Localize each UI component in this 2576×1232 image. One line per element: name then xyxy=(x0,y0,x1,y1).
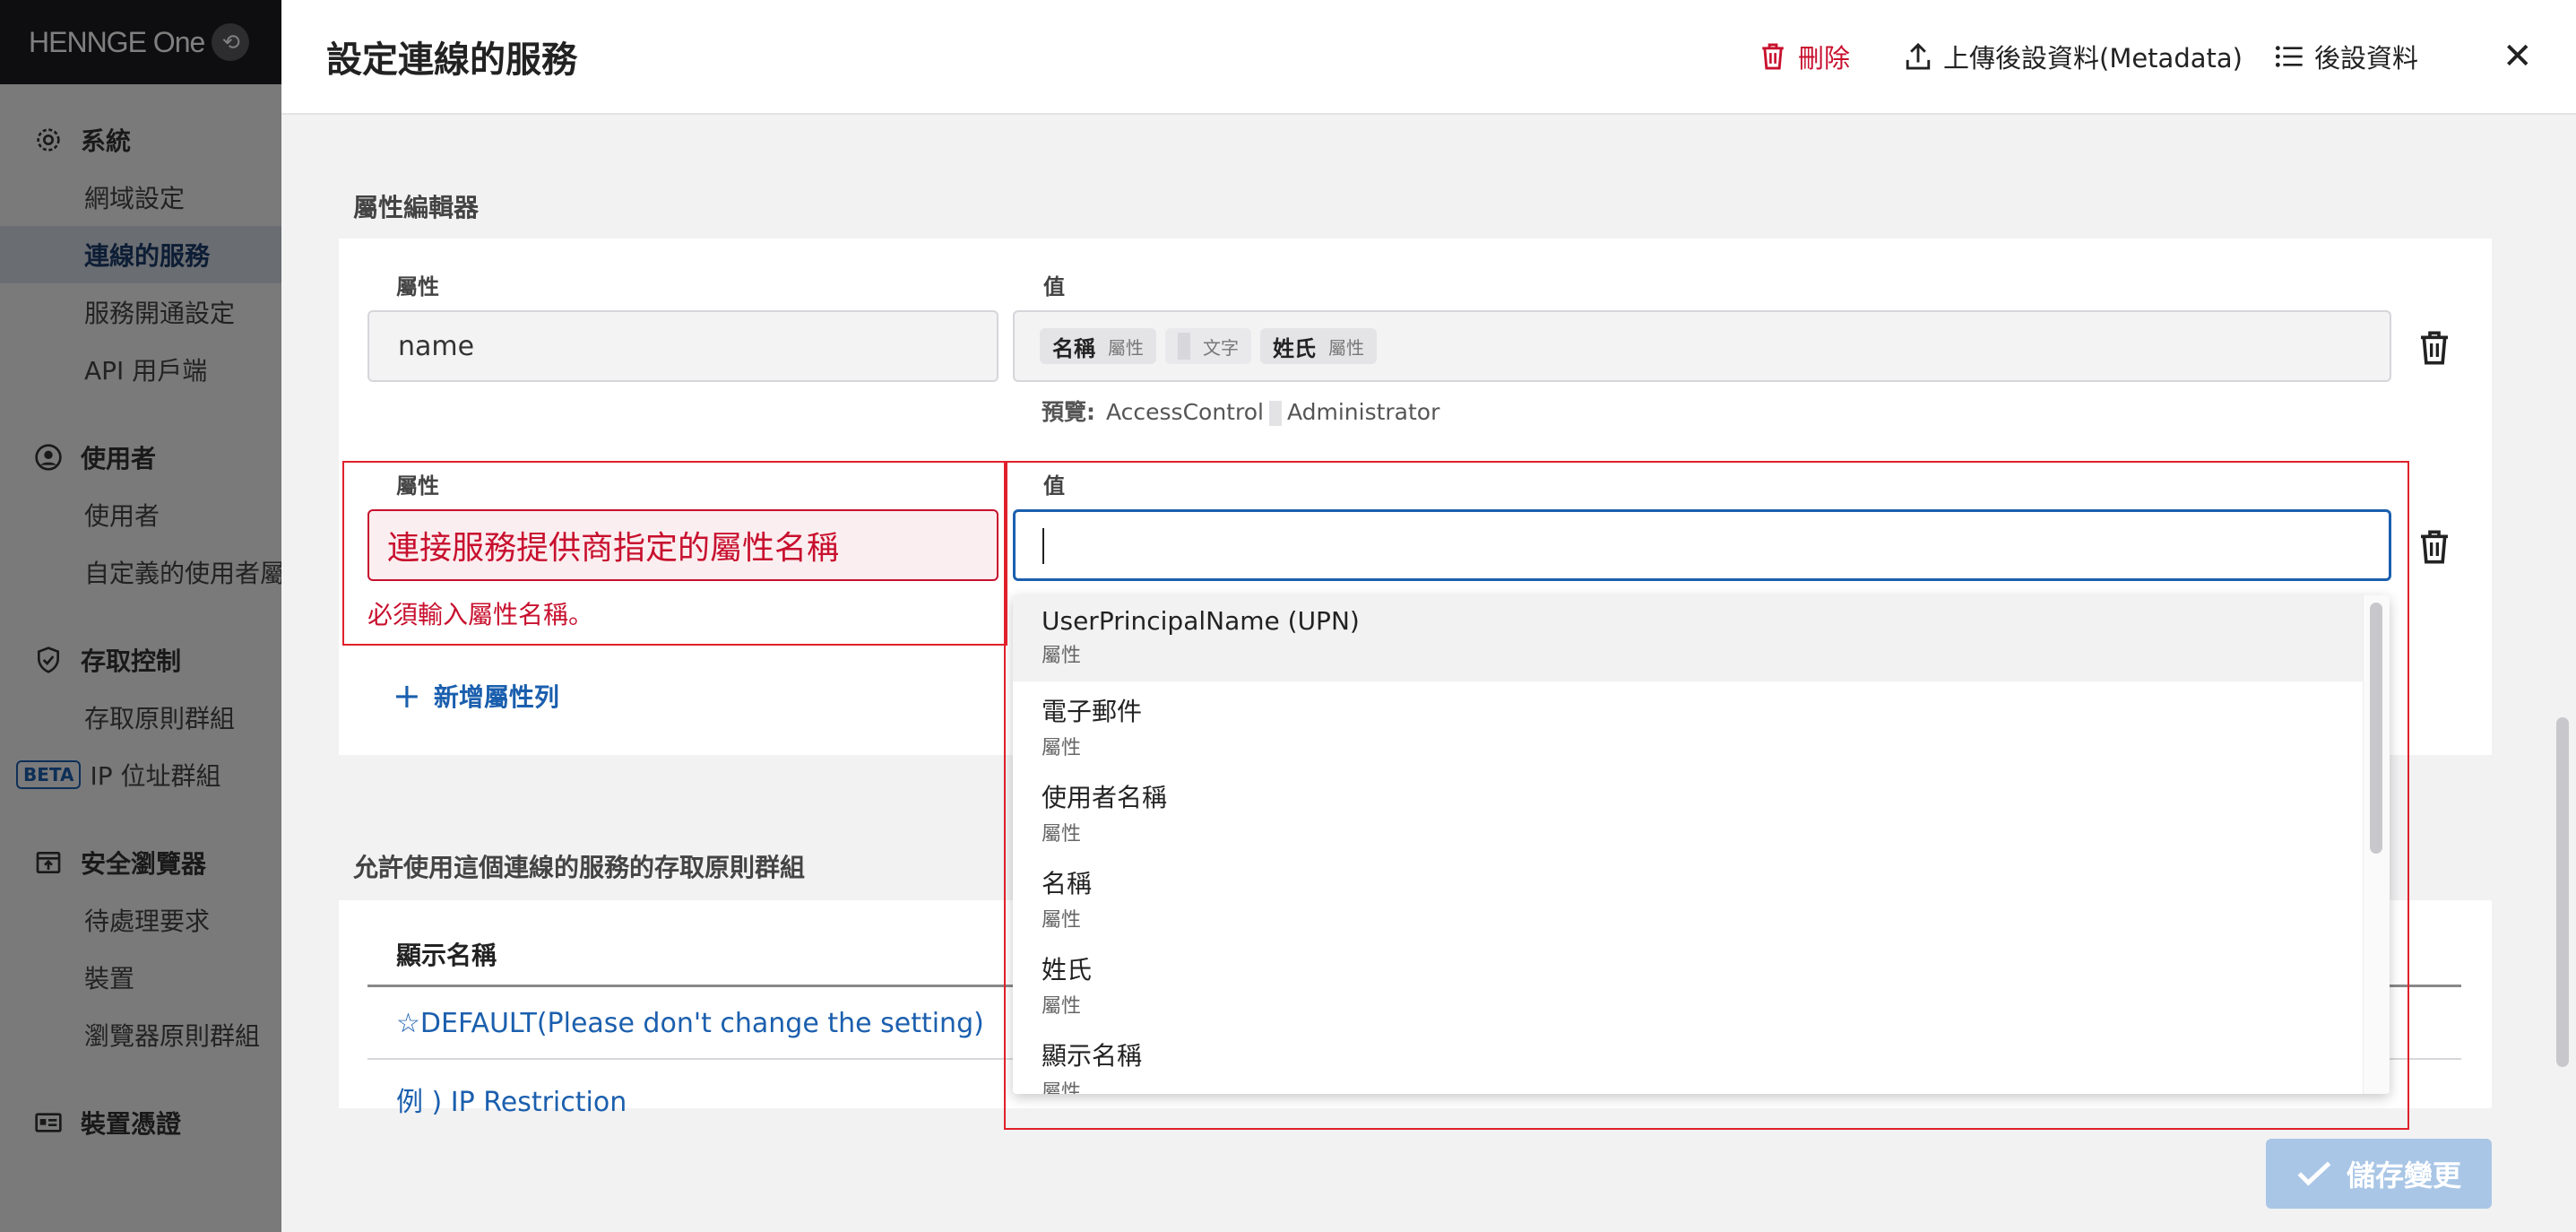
value-tag[interactable]: 名稱 屬性 xyxy=(1040,328,1156,364)
value-tag[interactable]: 姓氏 屬性 xyxy=(1260,328,1377,364)
highlight-box-attribute xyxy=(342,461,1007,646)
tag-kind: 屬性 xyxy=(1108,336,1144,359)
plus-icon: + xyxy=(393,676,421,716)
value-label: 值 xyxy=(1043,274,1065,299)
tag-kind: 屬性 xyxy=(1328,336,1364,359)
attribute-name-field[interactable]: name xyxy=(367,310,998,382)
highlight-box-value xyxy=(1004,461,2409,1130)
preview-label: 預覽: xyxy=(1042,399,1095,425)
attribute-label: 屬性 xyxy=(396,274,439,299)
delete-label: 刪除 xyxy=(1798,43,1851,74)
value-tags-field[interactable]: 名稱 屬性 文字 姓氏 屬性 xyxy=(1013,310,2391,382)
add-attribute-row-button[interactable]: + 新增屬性列 xyxy=(393,676,559,716)
list-icon xyxy=(2275,46,2303,67)
metadata-label: 後設資料 xyxy=(2314,43,2419,74)
add-row-label: 新增屬性列 xyxy=(433,682,559,712)
save-button[interactable]: 儲存變更 xyxy=(2266,1139,2492,1209)
preview-second: Administrator xyxy=(1286,399,1440,425)
trash-icon[interactable] xyxy=(2416,328,2452,368)
close-icon[interactable]: ✕ xyxy=(2503,36,2533,77)
value-preview: 預覽: AccessControl Administrator xyxy=(1042,395,1439,427)
tag-text: 名稱 xyxy=(1052,335,1095,361)
preview-first: AccessControl xyxy=(1106,399,1264,425)
trash-icon xyxy=(1762,43,1784,70)
drawer-title: 設定連線的服務 xyxy=(326,39,577,81)
delete-button[interactable]: 刪除 xyxy=(1759,38,1850,75)
metadata-button[interactable]: 後設資料 xyxy=(2275,38,2418,75)
page-scrollbar[interactable] xyxy=(2556,717,2569,1067)
policy-group-link[interactable]: ☆DEFAULT(Please don't change the setting… xyxy=(396,1008,984,1039)
check-icon xyxy=(2297,1161,2331,1186)
upload-label: 上傳後設資料(Metadata) xyxy=(1943,43,2243,74)
drawer-header: 設定連線的服務 刪除 上傳後設資料(Metadata) 後設資料 ✕ xyxy=(281,0,2576,115)
modal-overlay[interactable] xyxy=(0,0,281,1232)
policy-group-link[interactable]: 例 ) IP Restriction xyxy=(396,1080,627,1119)
upload-metadata-button[interactable]: 上傳後設資料(Metadata) xyxy=(1904,38,2243,75)
tag-text: 姓氏 xyxy=(1273,335,1316,361)
trash-icon[interactable] xyxy=(2416,527,2452,567)
attribute-editor-title: 屬性編輯器 xyxy=(353,193,480,222)
upload-icon xyxy=(1906,42,1931,70)
value-tag[interactable]: 文字 xyxy=(1165,328,1251,364)
column-display-name: 顯示名稱 xyxy=(396,941,497,970)
access-policy-title: 允許使用這個連線的服務的存取原則群組 xyxy=(353,853,806,882)
save-label: 儲存變更 xyxy=(2346,1158,2461,1193)
tag-kind: 文字 xyxy=(1203,336,1239,359)
